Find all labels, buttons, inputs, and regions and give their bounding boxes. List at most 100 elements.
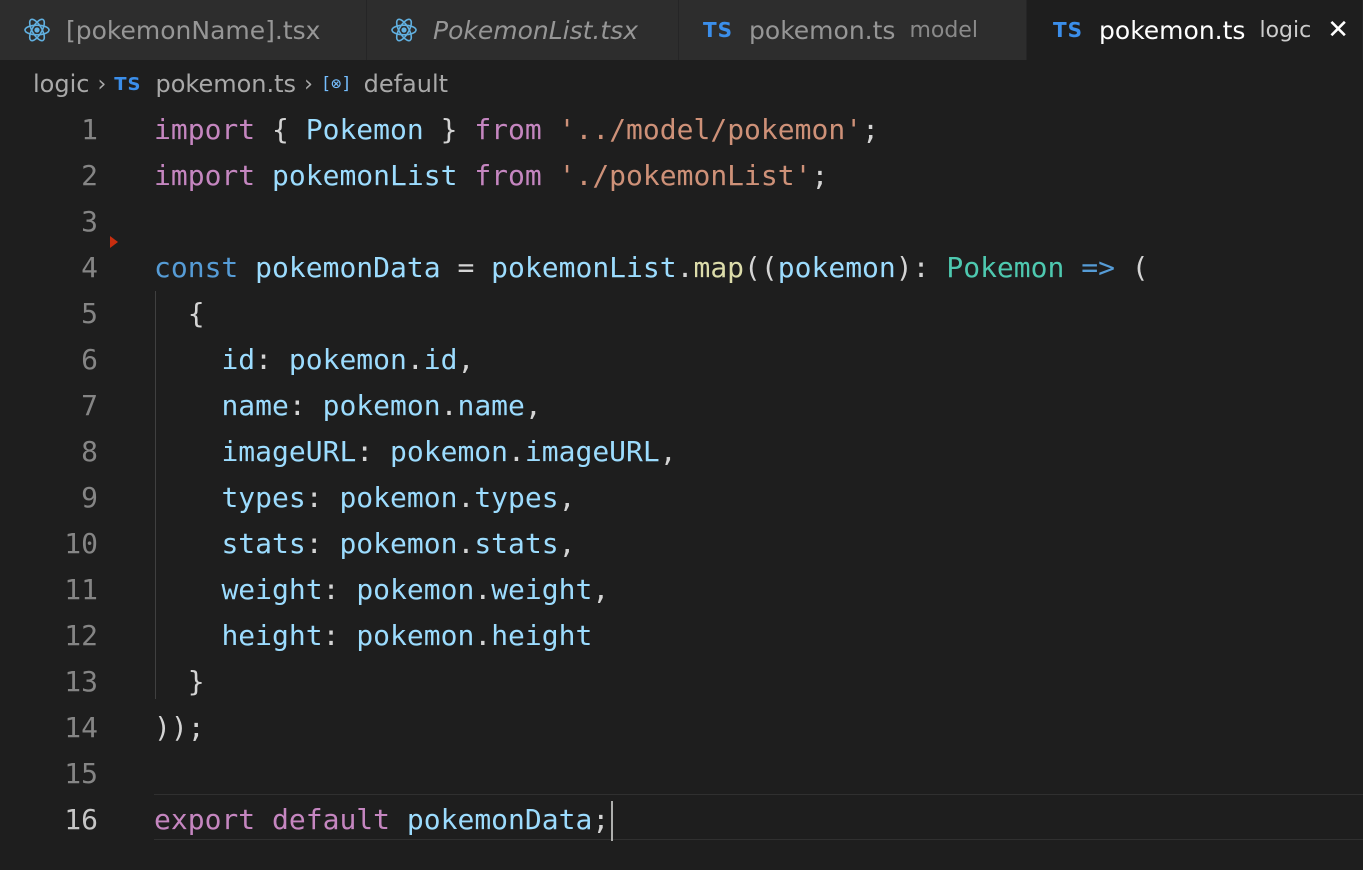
code-token: . <box>406 343 424 376</box>
code-text: export default pokemonData; <box>154 797 614 843</box>
code-token: imageURL <box>524 435 660 468</box>
code-line[interactable]: 3 <box>0 199 1363 245</box>
text-cursor <box>611 801 614 841</box>
code-token: pokemonData <box>255 251 441 284</box>
line-number: 4 <box>81 251 98 284</box>
chevron-right-icon: › <box>97 71 107 97</box>
code-text: id: pokemon.id, <box>154 337 474 383</box>
code-token: Pokemon <box>305 113 424 146</box>
code-token: : <box>322 619 357 652</box>
code-token: id <box>221 343 256 376</box>
code-token: , <box>659 435 677 468</box>
code-token: from <box>474 159 542 192</box>
code-token: types <box>221 481 306 514</box>
code-token: pokemon <box>322 389 441 422</box>
code-text: const pokemonData = pokemonList.map((pok… <box>154 245 1149 291</box>
editor-tab-bar: [pokemonName].tsx PokemonList.tsx TS pok… <box>0 0 1363 60</box>
code-token: ; <box>862 113 879 146</box>
code-token: imageURL <box>221 435 357 468</box>
code-token: pokemon <box>356 619 475 652</box>
code-token: id <box>423 343 458 376</box>
code-token: pokemon <box>390 435 509 468</box>
typescript-icon: TS <box>703 18 734 42</box>
code-line[interactable]: 1 import { Pokemon } from '../model/pokem… <box>0 107 1363 153</box>
code-text: weight: pokemon.weight, <box>154 567 609 613</box>
breadcrumb-folder[interactable]: logic <box>33 70 89 98</box>
code-token: { <box>154 297 205 330</box>
code-token: . <box>457 527 475 560</box>
code-token: name <box>221 389 289 422</box>
code-token: pokemonList <box>491 251 677 284</box>
react-icon <box>391 18 417 42</box>
code-token: ( <box>1114 251 1149 284</box>
code-line[interactable]: 16 export default pokemonData; <box>0 797 1363 843</box>
close-tab-icon[interactable]: ✕ <box>1327 17 1349 43</box>
code-token: : <box>255 343 289 376</box>
code-line[interactable]: 7 name: pokemon.name, <box>0 383 1363 429</box>
code-token: default <box>272 803 391 836</box>
code-token: . <box>440 389 458 422</box>
code-line[interactable]: 5 { <box>0 291 1363 337</box>
tab-label: pokemon.ts <box>749 15 896 45</box>
code-token: ; <box>592 803 610 836</box>
code-line[interactable]: 6 id: pokemon.id, <box>0 337 1363 383</box>
breadcrumb-file[interactable]: pokemon.ts <box>156 70 297 98</box>
line-number: 10 <box>64 527 98 560</box>
code-text: { <box>154 291 205 337</box>
code-token: weight <box>491 573 593 606</box>
tab-pokemonlist-tsx[interactable]: PokemonList.tsx <box>367 0 679 60</box>
chevron-right-icon: › <box>304 71 313 97</box>
code-line[interactable]: 10 stats: pokemon.stats, <box>0 521 1363 567</box>
code-line[interactable]: 11 weight: pokemon.weight, <box>0 567 1363 613</box>
tab-label: pokemon.ts <box>1099 15 1246 45</box>
line-number: 3 <box>81 205 98 238</box>
code-line[interactable]: 8 imageURL: pokemon.imageURL, <box>0 429 1363 475</box>
code-token: )); <box>154 711 205 744</box>
code-token: types <box>474 481 559 514</box>
tab-pokemon-ts-logic[interactable]: TS pokemon.ts logic ✕ <box>1027 0 1363 60</box>
code-line[interactable]: 14)); <box>0 705 1363 751</box>
code-token: , <box>457 343 475 376</box>
code-token: Pokemon <box>946 251 1065 284</box>
code-token: } <box>154 665 205 698</box>
tab-description: model <box>909 17 978 43</box>
code-token: : <box>305 527 340 560</box>
code-token: stats <box>474 527 559 560</box>
symbol-variable-icon: [⊗] <box>320 74 352 94</box>
code-line[interactable]: 15 <box>0 751 1363 797</box>
code-token: . <box>457 481 475 514</box>
code-token: (( <box>744 251 778 284</box>
code-text: import { Pokemon } from '../model/pokemo… <box>154 107 879 153</box>
typescript-icon: TS <box>114 73 142 95</box>
code-token: ): <box>895 251 947 284</box>
line-number: 5 <box>81 297 98 330</box>
code-line[interactable]: 2 import pokemonList from './pokemonList'… <box>0 153 1363 199</box>
code-line[interactable]: 13 } <box>0 659 1363 705</box>
line-number: 1 <box>81 113 98 146</box>
code-token: = <box>440 251 492 284</box>
code-line[interactable]: 4 const pokemonData = pokemonList.map((po… <box>0 245 1363 291</box>
code-token: . <box>676 251 694 284</box>
code-token: : <box>288 389 323 422</box>
code-token: name <box>457 389 525 422</box>
code-token: pokemon <box>339 481 458 514</box>
line-number: 7 <box>81 389 98 422</box>
line-number: 2 <box>81 159 98 192</box>
code-token: ; <box>811 159 829 192</box>
tab-pokemon-ts-model[interactable]: TS pokemon.ts model <box>679 0 1027 60</box>
code-line[interactable]: 12 height: pokemon.height <box>0 613 1363 659</box>
code-line[interactable]: 9 types: pokemon.types, <box>0 475 1363 521</box>
tab-pokemonname-tsx[interactable]: [pokemonName].tsx <box>0 0 367 60</box>
react-icon <box>24 18 50 42</box>
line-number: 12 <box>64 619 98 652</box>
code-token: height <box>221 619 323 652</box>
breadcrumb-symbol[interactable]: default <box>364 70 448 98</box>
